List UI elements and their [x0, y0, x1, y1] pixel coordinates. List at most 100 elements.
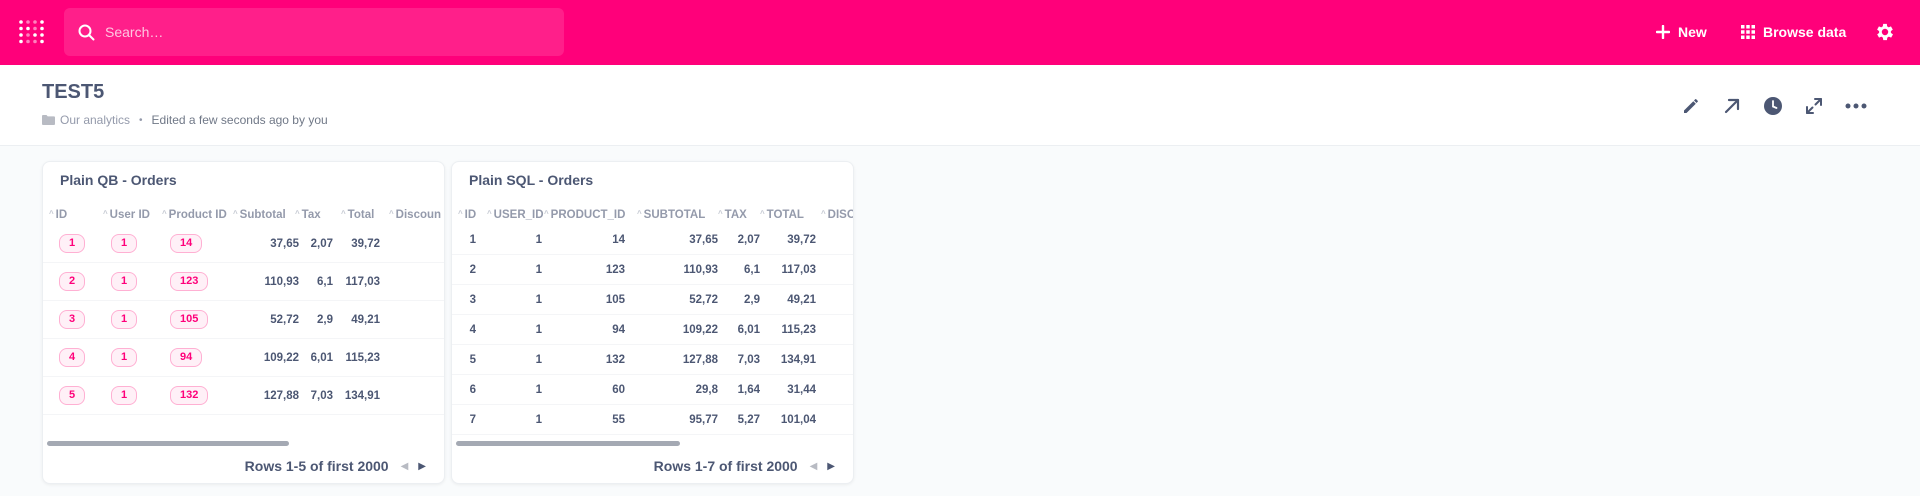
- product-id-cell: 105: [605, 293, 625, 306]
- total-cell: 134,91: [344, 389, 380, 402]
- dashcard-plain-qb-orders[interactable]: Plain QB - Orders ^ ID ^ User ID ^ Product …: [42, 161, 445, 484]
- total-cell: 101,04: [780, 413, 816, 426]
- user-id-link-pill[interactable]: 1: [111, 272, 138, 291]
- tax-cell: 6,01: [310, 351, 333, 364]
- table-row: 7 1 55 95,77 5,27 101,04: [452, 405, 853, 435]
- user-id-cell: 1: [535, 413, 542, 426]
- column-header[interactable]: ^ User ID: [103, 204, 150, 224]
- table-header: ^ ID ^ User ID ^ Product ID ^ Subtotal ^ Tax …: [43, 204, 444, 224]
- column-header[interactable]: ^ SUBTOTAL: [637, 204, 705, 224]
- user-id-link-pill[interactable]: 1: [111, 386, 138, 405]
- tax-cell: 2,9: [744, 293, 760, 306]
- folder-icon: [42, 115, 55, 125]
- next-page-icon[interactable]: ▶: [418, 461, 426, 472]
- product-id-link-pill[interactable]: 94: [170, 348, 203, 367]
- product-id-link-pill[interactable]: 132: [170, 386, 209, 405]
- share-arrow-icon[interactable]: [1720, 94, 1744, 118]
- product-id-cell: 132: [605, 353, 625, 366]
- grid-icon: [1741, 25, 1755, 39]
- total-cell: 115,23: [781, 323, 816, 336]
- column-header[interactable]: ^ ID: [49, 204, 67, 224]
- id-cell: 2: [469, 263, 476, 276]
- user-id-link-pill[interactable]: 1: [111, 310, 138, 329]
- horizontal-scrollbar[interactable]: [47, 441, 442, 446]
- subtotal-cell: 29,8: [695, 383, 718, 396]
- product-id-link-pill[interactable]: 123: [170, 272, 209, 291]
- user-id-cell: 1: [535, 293, 542, 306]
- user-id-cell: 1: [535, 323, 542, 336]
- search-input[interactable]: [105, 24, 545, 40]
- column-header[interactable]: ^ TAX: [718, 204, 747, 224]
- settings-gear-icon[interactable]: [1874, 21, 1896, 48]
- column-header[interactable]: ^ ID: [458, 204, 476, 224]
- id-cell: 7: [469, 413, 476, 426]
- product-id-cell: 55: [612, 413, 625, 426]
- table-row: 6 1 60 29,8 1,64 31,44: [452, 375, 853, 405]
- scrollbar-thumb[interactable]: [47, 441, 289, 446]
- user-id-link-pill[interactable]: 1: [111, 234, 138, 253]
- id-cell: 6: [469, 383, 476, 396]
- tax-cell: 1,64: [737, 383, 760, 396]
- id-link-pill[interactable]: 5: [59, 386, 86, 405]
- table-row: 1 1 14 37,65 2,07 39,72: [43, 225, 444, 263]
- pagination-footer: Rows 1-7 of first 2000 ◀ ▶: [654, 458, 835, 474]
- table-row: 3 1 105 52,72 2,9 49,21: [452, 285, 853, 315]
- table-row: 5 1 132 127,88 7,03 134,91: [452, 345, 853, 375]
- edit-pencil-icon[interactable]: [1679, 94, 1703, 118]
- tax-cell: 7,03: [310, 389, 333, 402]
- id-cell: 3: [469, 293, 476, 306]
- browse-data-button[interactable]: Browse data: [1741, 20, 1846, 44]
- id-link-pill[interactable]: 1: [59, 234, 86, 253]
- last-edited-text[interactable]: Edited a few seconds ago by you: [152, 113, 328, 127]
- subtotal-cell: 110,93: [683, 263, 718, 276]
- search-bar[interactable]: [64, 8, 564, 56]
- column-header[interactable]: ^ Discoun: [389, 204, 441, 224]
- product-id-link-pill[interactable]: 105: [170, 310, 209, 329]
- product-id-link-pill[interactable]: 14: [170, 234, 203, 253]
- table-row: 3 1 105 52,72 2,9 49,21: [43, 301, 444, 339]
- next-page-icon[interactable]: ▶: [827, 461, 835, 472]
- id-link-pill[interactable]: 4: [59, 348, 86, 367]
- column-header[interactable]: ^ Tax: [295, 204, 321, 224]
- table-row: 4 1 94 109,22 6,01 115,23: [452, 315, 853, 345]
- id-cell: 5: [469, 353, 476, 366]
- user-id-link-pill[interactable]: 1: [111, 348, 138, 367]
- user-id-cell: 1: [535, 233, 542, 246]
- user-id-cell: 1: [535, 263, 542, 276]
- product-id-cell: 123: [605, 263, 625, 276]
- id-link-pill[interactable]: 3: [59, 310, 86, 329]
- total-cell: 115,23: [345, 351, 380, 364]
- collection-link[interactable]: Our analytics: [60, 113, 130, 127]
- previous-page-icon[interactable]: ◀: [810, 461, 818, 472]
- card-title[interactable]: Plain SQL - Orders: [469, 172, 593, 188]
- fullscreen-icon[interactable]: [1802, 94, 1826, 118]
- scrollbar-thumb[interactable]: [456, 441, 680, 446]
- dashcard-plain-sql-orders[interactable]: Plain SQL - Orders ^ ID ^ USER_ID ^ PRODUCT…: [451, 161, 854, 484]
- column-header[interactable]: ^ Product ID: [162, 204, 227, 224]
- column-header[interactable]: ^ PRODUCT_ID: [544, 204, 625, 224]
- history-clock-icon[interactable]: [1761, 94, 1785, 118]
- product-id-cell: 94: [612, 323, 625, 336]
- column-header[interactable]: ^ USER_ID: [487, 204, 544, 224]
- dashboard-title[interactable]: TEST5: [42, 81, 104, 104]
- column-header[interactable]: ^ DISC: [821, 204, 853, 224]
- horizontal-scrollbar[interactable]: [456, 441, 851, 446]
- total-cell: 117,03: [345, 275, 380, 288]
- subtotal-cell: 52,72: [270, 313, 299, 326]
- metabase-logo-icon[interactable]: [18, 18, 46, 46]
- column-header[interactable]: ^ Total: [341, 204, 374, 224]
- total-cell: 39,72: [351, 237, 380, 250]
- pagination-footer: Rows 1-5 of first 2000 ◀ ▶: [245, 458, 426, 474]
- previous-page-icon[interactable]: ◀: [401, 461, 409, 472]
- more-options-icon[interactable]: [1844, 94, 1868, 118]
- column-header[interactable]: ^ Subtotal: [233, 204, 286, 224]
- browse-data-label: Browse data: [1763, 24, 1847, 40]
- column-header[interactable]: ^ TOTAL: [760, 204, 804, 224]
- subtotal-cell: 37,65: [270, 237, 299, 250]
- subtotal-cell: 109,22: [682, 323, 718, 336]
- new-button[interactable]: New: [1656, 20, 1707, 44]
- tax-cell: 7,03: [737, 353, 760, 366]
- table-row: 2 1 123 110,93 6,1 117,03: [452, 255, 853, 285]
- card-title[interactable]: Plain QB - Orders: [60, 172, 177, 188]
- id-link-pill[interactable]: 2: [59, 272, 86, 291]
